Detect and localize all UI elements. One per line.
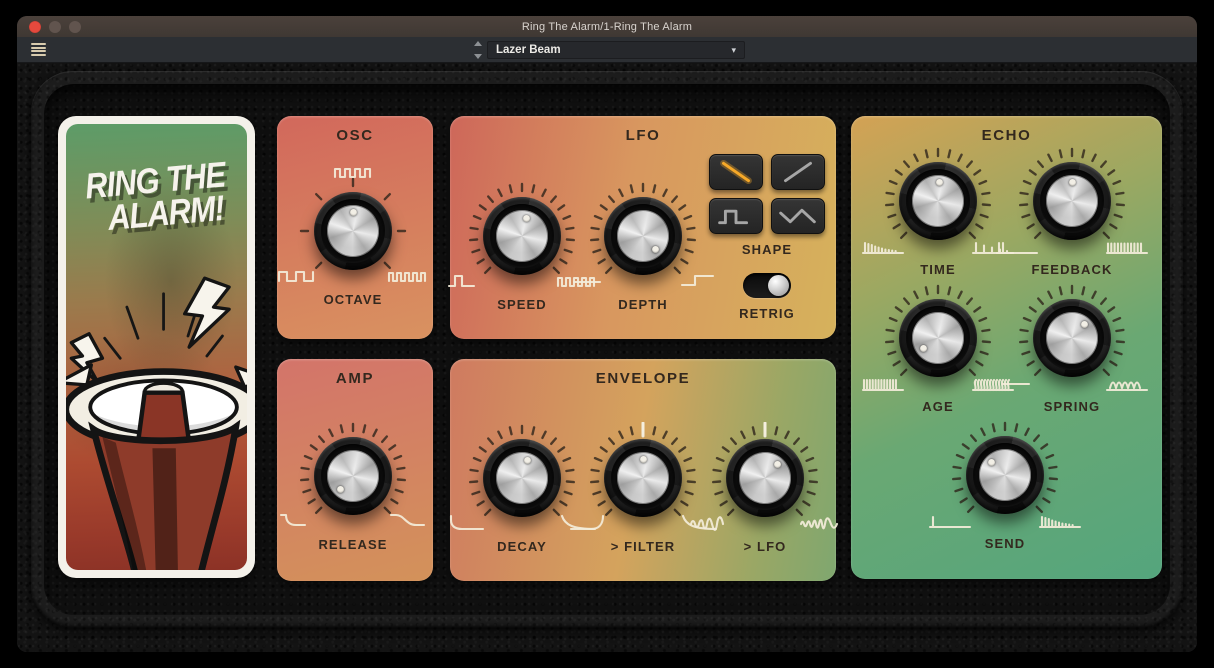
knob-cap xyxy=(496,210,548,262)
knob-cap xyxy=(327,450,379,502)
coil-icon xyxy=(1105,372,1149,392)
retrig-toggle-ball xyxy=(768,275,789,296)
panel-title-amp: AMP xyxy=(335,370,375,387)
toolbar: Lazer Beam ▾ xyxy=(17,37,1197,63)
preset-next-button[interactable] xyxy=(474,54,482,59)
knob-release[interactable]: RELEASE xyxy=(278,420,428,554)
rel-fast-icon xyxy=(276,510,320,530)
knob-age[interactable]: AGE xyxy=(861,282,1015,416)
knob-label: RELEASE xyxy=(318,537,388,552)
megaphone-illustration xyxy=(66,276,247,570)
zoom-button[interactable] xyxy=(69,21,81,33)
artwork-title: RING THE ALARM! xyxy=(83,154,227,239)
panel-lfo: LFO SPEED DEPTH SHAPE RETRIG xyxy=(447,116,836,339)
knob-label: DEPTH xyxy=(618,297,668,312)
shape-button-triangle[interactable] xyxy=(771,198,825,234)
shape-label: SHAPE xyxy=(741,242,793,257)
knob-indicator xyxy=(336,485,344,493)
knob-indicator xyxy=(349,209,357,216)
panel-amp: AMP RELEASE xyxy=(277,359,433,581)
atk-up-icon xyxy=(566,512,610,532)
wave-down-icon xyxy=(798,512,842,532)
knob-env-lfo[interactable]: > LFO xyxy=(688,422,842,556)
retrig-toggle[interactable] xyxy=(743,273,791,298)
preset-name: Lazer Beam xyxy=(496,44,561,56)
knob-cap xyxy=(1046,312,1098,364)
knob-octave[interactable]: OCTAVE xyxy=(276,167,430,309)
menu-icon[interactable] xyxy=(31,43,46,56)
wave-up-icon xyxy=(688,512,732,532)
preset-previous-button[interactable] xyxy=(474,41,482,46)
traffic-lights xyxy=(29,21,81,33)
preset-stepper xyxy=(473,41,483,59)
knob-label: SPRING xyxy=(1043,399,1101,414)
shape-selector: SHAPE RETRIG xyxy=(706,154,828,321)
dropdown-caret-icon: ▾ xyxy=(731,44,736,55)
artwork: RING THE ALARM! xyxy=(66,124,247,570)
knob-cap xyxy=(979,449,1031,501)
knob-cap xyxy=(496,452,548,504)
bar-one-icon xyxy=(928,509,972,529)
shape-button-saw-down[interactable] xyxy=(709,154,763,190)
close-button[interactable] xyxy=(29,21,41,33)
knob-indicator xyxy=(919,345,927,353)
bars-full-icon xyxy=(1105,235,1149,255)
shape-buttons xyxy=(706,154,828,234)
shape-button-square[interactable] xyxy=(709,198,763,234)
retrig-label: RETRIG xyxy=(739,306,795,321)
bars-decay-dense-icon xyxy=(1038,509,1082,529)
knob-indicator xyxy=(639,456,647,463)
knob-cap xyxy=(617,210,669,262)
bars-decay-dense-icon xyxy=(861,235,905,255)
rel-slow-icon xyxy=(386,510,430,530)
knob-spring[interactable]: SPRING xyxy=(995,282,1149,416)
panel-echo: ECHO TIME FEEDBACK AGE SPRING SEND xyxy=(851,116,1162,579)
knob-indicator xyxy=(523,214,530,222)
knob-cap xyxy=(739,452,791,504)
panel-title-lfo: LFO xyxy=(625,127,661,144)
knob-label: FEEDBACK xyxy=(1031,262,1113,277)
screen: Ring The Alarm/1-Ring The Alarm Lazer Be… xyxy=(0,0,1214,668)
knob-label: AGE xyxy=(922,399,954,414)
plugin-window: Ring The Alarm/1-Ring The Alarm Lazer Be… xyxy=(17,16,1197,652)
artwork-card: RING THE ALARM! xyxy=(58,116,255,578)
knob-indicator xyxy=(1068,179,1076,186)
bars-two-icon xyxy=(995,235,1039,255)
sq-med-icon xyxy=(331,161,375,181)
knob-time[interactable]: TIME xyxy=(861,145,1015,279)
dec-fast-icon xyxy=(445,512,489,532)
panel-title-echo: ECHO xyxy=(981,127,1032,144)
panel-title-envelope: ENVELOPE xyxy=(595,370,691,387)
line-flat-icon xyxy=(566,270,610,290)
titlebar: Ring The Alarm/1-Ring The Alarm xyxy=(17,16,1197,37)
sq-wide-icon xyxy=(276,265,320,285)
knob-label: OCTAVE xyxy=(323,292,383,307)
device-face: RING THE ALARM! OSC OCTAVE LFO SPEED DEP… xyxy=(17,63,1197,652)
knob-cap xyxy=(912,312,964,364)
panel-osc: OSC OCTAVE xyxy=(277,116,433,339)
minimize-button[interactable] xyxy=(49,21,61,33)
knob-label: TIME xyxy=(920,262,956,277)
panel-title-osc: OSC xyxy=(336,127,374,144)
knob-depth[interactable]: DEPTH xyxy=(568,180,718,314)
window-title: Ring The Alarm/1-Ring The Alarm xyxy=(521,20,693,33)
line-flat-icon xyxy=(995,372,1039,392)
knob-feedback[interactable]: FEEDBACK xyxy=(995,145,1149,279)
knob-indicator xyxy=(1080,320,1088,328)
knob-label: SEND xyxy=(984,536,1026,551)
knob-indicator xyxy=(987,459,995,467)
preset-select[interactable]: Lazer Beam ▾ xyxy=(487,41,745,59)
pulse-one-icon xyxy=(445,270,489,290)
panel-envelope: ENVELOPE DECAY > FILTER > LFO xyxy=(449,359,839,581)
sq-dense-icon xyxy=(386,265,430,285)
knob-label: > LFO xyxy=(743,539,787,554)
shape-button-saw-up[interactable] xyxy=(771,154,825,190)
knob-send[interactable]: SEND xyxy=(928,419,1082,553)
comb-icon xyxy=(861,372,905,392)
